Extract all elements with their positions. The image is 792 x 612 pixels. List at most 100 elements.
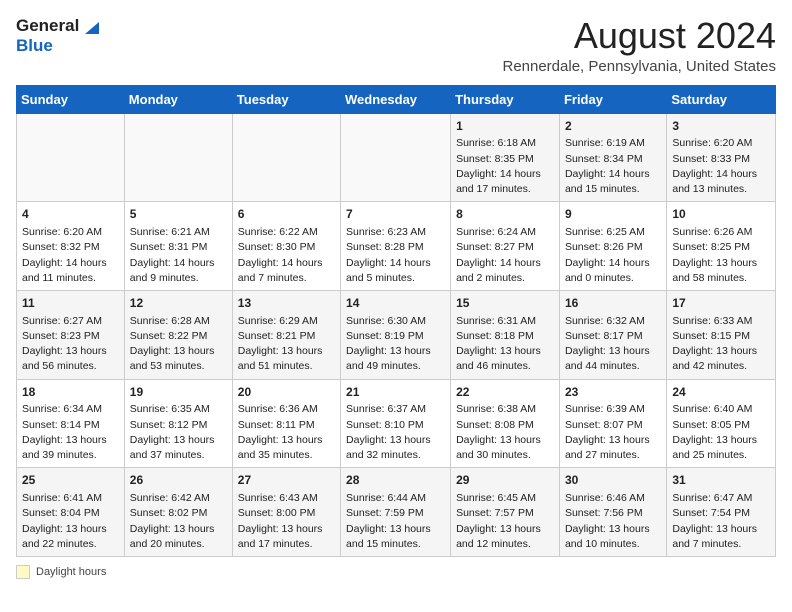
day-number: 5 [130,206,227,223]
day-info: Sunrise: 6:24 AMSunset: 8:27 PMDaylight:… [456,225,554,286]
day-number: 17 [672,295,770,312]
day-info: Sunrise: 6:33 AMSunset: 8:15 PMDaylight:… [672,314,770,375]
day-info: Sunrise: 6:20 AMSunset: 8:32 PMDaylight:… [22,225,119,286]
day-number: 30 [565,472,661,489]
day-number: 1 [456,118,554,135]
calendar-week-3: 11 Sunrise: 6:27 AMSunset: 8:23 PMDayligh… [17,290,776,379]
day-number: 18 [22,384,119,401]
calendar-cell: 24Sunrise: 6:40 AMSunset: 8:05 PMDayligh… [667,379,776,468]
calendar-cell: 10Sunrise: 6:26 AMSunset: 8:25 PMDayligh… [667,202,776,291]
page-header: General Blue August 2024 Rennerdale, Pen… [16,16,776,75]
day-info: Sunrise: 6:30 AMSunset: 8:19 PMDaylight:… [346,314,445,375]
calendar-cell: 12 Sunrise: 6:28 AMSunset: 8:22 PMDayligh… [124,290,232,379]
day-info: Sunrise: 6:27 AMSunset: 8:23 PMDaylight:… [22,314,119,375]
calendar-cell: 27 Sunrise: 6:43 AMSunset: 8:00 PMDayligh… [232,468,340,557]
calendar-cell: 20Sunrise: 6:36 AMSunset: 8:11 PMDayligh… [232,379,340,468]
calendar-cell: 14 Sunrise: 6:30 AMSunset: 8:19 PMDayligh… [341,290,451,379]
calendar-cell: 30 Sunrise: 6:46 AMSunset: 7:56 PMDayligh… [559,468,666,557]
header-day-monday: Monday [124,85,232,113]
header-day-tuesday: Tuesday [232,85,340,113]
day-info: Sunrise: 6:45 AMSunset: 7:57 PMDaylight:… [456,491,554,552]
header-day-friday: Friday [559,85,666,113]
footer-note: Daylight hours [16,565,776,579]
calendar-cell: 23Sunrise: 6:39 AMSunset: 8:07 PMDayligh… [559,379,666,468]
header-day-thursday: Thursday [451,85,560,113]
calendar-cell: 19Sunrise: 6:35 AMSunset: 8:12 PMDayligh… [124,379,232,468]
calendar-cell: 26 Sunrise: 6:42 AMSunset: 8:02 PMDayligh… [124,468,232,557]
day-number: 11 [22,295,119,312]
day-number: 21 [346,384,445,401]
day-number: 22 [456,384,554,401]
day-info: Sunrise: 6:25 AMSunset: 8:26 PMDaylight:… [565,225,661,286]
day-number: 6 [238,206,335,223]
calendar-cell: 28Sunrise: 6:44 AMSunset: 7:59 PMDayligh… [341,468,451,557]
calendar-cell [17,113,125,202]
logo: General Blue [16,16,99,56]
day-number: 4 [22,206,119,223]
day-info: Sunrise: 6:28 AMSunset: 8:22 PMDaylight:… [130,314,227,375]
calendar-cell: 8Sunrise: 6:24 AMSunset: 8:27 PMDaylight… [451,202,560,291]
day-info: Sunrise: 6:37 AMSunset: 8:10 PMDaylight:… [346,402,445,463]
calendar-cell: 15 Sunrise: 6:31 AMSunset: 8:18 PMDayligh… [451,290,560,379]
day-number: 15 [456,295,554,312]
day-info: Sunrise: 6:47 AMSunset: 7:54 PMDaylight:… [672,491,770,552]
day-info: Sunrise: 6:35 AMSunset: 8:12 PMDaylight:… [130,402,227,463]
calendar-cell: 16Sunrise: 6:32 AMSunset: 8:17 PMDayligh… [559,290,666,379]
header-day-wednesday: Wednesday [341,85,451,113]
day-info: Sunrise: 6:34 AMSunset: 8:14 PMDaylight:… [22,402,119,463]
calendar-week-2: 4 Sunrise: 6:20 AMSunset: 8:32 PMDaylight… [17,202,776,291]
calendar-cell: 22Sunrise: 6:38 AMSunset: 8:08 PMDayligh… [451,379,560,468]
calendar-cell: 31 Sunrise: 6:47 AMSunset: 7:54 PMDayligh… [667,468,776,557]
calendar-cell: 25Sunrise: 6:41 AMSunset: 8:04 PMDayligh… [17,468,125,557]
day-number: 27 [238,472,335,489]
subtitle: Rennerdale, Pennsylvania, United States [502,58,776,75]
calendar-cell: 7 Sunrise: 6:23 AMSunset: 8:28 PMDaylight… [341,202,451,291]
day-number: 24 [672,384,770,401]
calendar-cell [124,113,232,202]
calendar-cell: 1Sunrise: 6:18 AMSunset: 8:35 PMDaylight… [451,113,560,202]
calendar-cell: 11 Sunrise: 6:27 AMSunset: 8:23 PMDayligh… [17,290,125,379]
day-number: 13 [238,295,335,312]
day-info: Sunrise: 6:38 AMSunset: 8:08 PMDaylight:… [456,402,554,463]
calendar-cell: 5 Sunrise: 6:21 AMSunset: 8:31 PMDaylight… [124,202,232,291]
day-info: Sunrise: 6:23 AMSunset: 8:28 PMDaylight:… [346,225,445,286]
day-info: Sunrise: 6:31 AMSunset: 8:18 PMDaylight:… [456,314,554,375]
daylight-box-icon [16,565,30,579]
calendar-cell: 21Sunrise: 6:37 AMSunset: 8:10 PMDayligh… [341,379,451,468]
calendar-cell: 3Sunrise: 6:20 AMSunset: 8:33 PMDaylight… [667,113,776,202]
day-number: 7 [346,206,445,223]
logo-general-text: General [16,17,79,36]
calendar-cell [232,113,340,202]
main-title: August 2024 [502,16,776,56]
day-info: Sunrise: 6:26 AMSunset: 8:25 PMDaylight:… [672,225,770,286]
day-info: Sunrise: 6:18 AMSunset: 8:35 PMDaylight:… [456,136,554,197]
day-info: Sunrise: 6:39 AMSunset: 8:07 PMDaylight:… [565,402,661,463]
calendar-cell [341,113,451,202]
day-number: 19 [130,384,227,401]
logo-blue-text: Blue [16,36,53,55]
calendar-cell: 13Sunrise: 6:29 AMSunset: 8:21 PMDayligh… [232,290,340,379]
day-number: 31 [672,472,770,489]
day-number: 28 [346,472,445,489]
day-info: Sunrise: 6:40 AMSunset: 8:05 PMDaylight:… [672,402,770,463]
day-number: 14 [346,295,445,312]
day-info: Sunrise: 6:43 AMSunset: 8:00 PMDaylight:… [238,491,335,552]
day-number: 12 [130,295,227,312]
day-info: Sunrise: 6:46 AMSunset: 7:56 PMDaylight:… [565,491,661,552]
calendar-week-1: 1Sunrise: 6:18 AMSunset: 8:35 PMDaylight… [17,113,776,202]
header-day-saturday: Saturday [667,85,776,113]
day-info: Sunrise: 6:42 AMSunset: 8:02 PMDaylight:… [130,491,227,552]
day-info: Sunrise: 6:21 AMSunset: 8:31 PMDaylight:… [130,225,227,286]
calendar-body: 1Sunrise: 6:18 AMSunset: 8:35 PMDaylight… [17,113,776,556]
calendar-header: SundayMondayTuesdayWednesdayThursdayFrid… [17,85,776,113]
day-number: 9 [565,206,661,223]
calendar-cell: 6Sunrise: 6:22 AMSunset: 8:30 PMDaylight… [232,202,340,291]
logo-triangle-icon [81,18,99,36]
daylight-label: Daylight hours [36,566,106,578]
day-number: 26 [130,472,227,489]
header-row: SundayMondayTuesdayWednesdayThursdayFrid… [17,85,776,113]
calendar-cell: 29Sunrise: 6:45 AMSunset: 7:57 PMDayligh… [451,468,560,557]
day-number: 16 [565,295,661,312]
calendar-cell: 17 Sunrise: 6:33 AMSunset: 8:15 PMDayligh… [667,290,776,379]
calendar-cell: 9 Sunrise: 6:25 AMSunset: 8:26 PMDaylight… [559,202,666,291]
